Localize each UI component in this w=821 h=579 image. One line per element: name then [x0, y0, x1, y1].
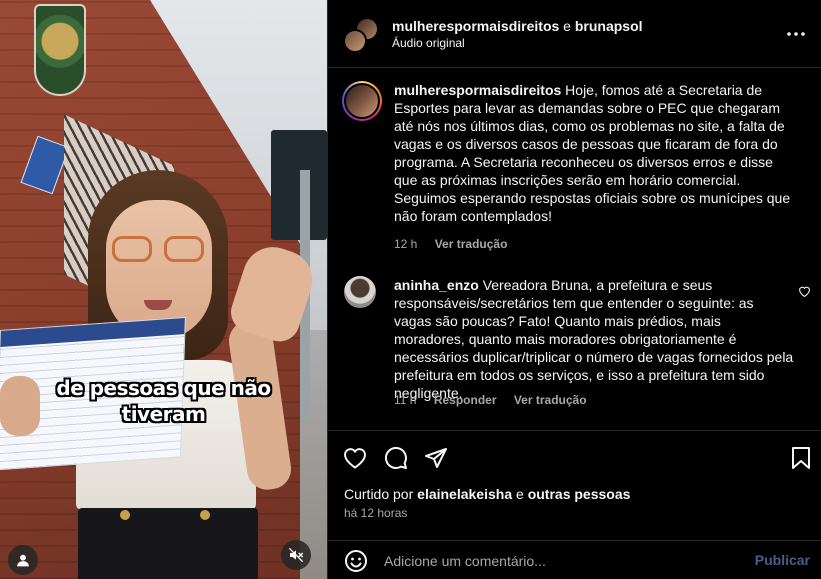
avatar[interactable] — [344, 276, 376, 308]
comment-meta: 11 h Responder Ver tradução — [394, 393, 601, 407]
post-date[interactable]: há 12 horas — [344, 506, 407, 520]
liked-by-others[interactable]: outras pessoas — [528, 486, 631, 502]
author-link[interactable]: mulherespormaisdireitos — [392, 18, 559, 34]
caption-content: Hoje, fomos até a Secretaria de Esportes… — [394, 82, 791, 224]
post-header: mulherespormaisdireitos e brunapsol Áudi… — [328, 0, 821, 68]
bookmark-icon — [792, 447, 810, 469]
avatar[interactable] — [342, 81, 382, 121]
video-caption: de pessoas que não tiveram — [0, 375, 327, 427]
likes-connector: e — [516, 486, 524, 502]
paper-plane-icon — [425, 448, 447, 468]
comment-button[interactable] — [383, 445, 409, 471]
comment-content: Vereadora Bruna, a prefeitura e seus res… — [394, 277, 794, 401]
user-icon — [17, 554, 29, 567]
heart-icon — [799, 286, 810, 298]
tagged-users-button[interactable] — [8, 545, 38, 575]
post-video[interactable]: de pessoas que não tiveram — [0, 0, 327, 579]
post-authors: mulherespormaisdireitos e brunapsol — [392, 17, 643, 35]
like-button[interactable] — [342, 445, 368, 471]
caption-line: tiveram — [121, 402, 206, 426]
likes-prefix: Curtido por — [344, 486, 414, 502]
caption-line: de pessoas que não — [56, 376, 271, 400]
collab-avatars[interactable] — [343, 17, 379, 53]
black-skirt — [78, 508, 258, 579]
avatar[interactable] — [343, 29, 367, 53]
publish-button[interactable]: Publicar — [755, 552, 810, 568]
caption-time[interactable]: 12 h — [394, 237, 417, 251]
more-options-icon — [787, 32, 805, 36]
audio-link[interactable]: Áudio original — [392, 36, 465, 50]
emoji-button[interactable] — [344, 549, 368, 573]
collaborator-link[interactable]: brunapsol — [575, 18, 643, 34]
comment-time[interactable]: 11 h — [394, 393, 416, 407]
save-button[interactable] — [788, 445, 814, 471]
liked-by-user[interactable]: elainelakeisha — [417, 486, 512, 502]
glasses — [112, 236, 208, 264]
heart-icon — [343, 448, 367, 469]
city-crest — [34, 4, 86, 96]
add-comment-bar: Publicar — [328, 540, 821, 579]
more-options-button[interactable] — [784, 22, 808, 46]
action-bar — [328, 430, 821, 480]
smiley-icon — [345, 550, 367, 572]
comment-username[interactable]: aninha_enzo — [394, 277, 479, 293]
caption-username[interactable]: mulherespormaisdireitos — [394, 82, 561, 98]
likes-summary: Curtido por elainelakeisha e outras pess… — [344, 486, 630, 502]
share-button[interactable] — [423, 445, 449, 471]
mute-button[interactable] — [281, 540, 311, 570]
skirt-button — [120, 510, 130, 520]
translate-link[interactable]: Ver tradução — [435, 237, 508, 251]
comment-input[interactable] — [384, 549, 734, 573]
caption-meta: 12 h Ver tradução — [394, 237, 521, 251]
comment-text: aninha_enzo Vereadora Bruna, a prefeitur… — [394, 276, 794, 402]
reply-link[interactable]: Responder — [434, 393, 497, 407]
skirt-button — [200, 510, 210, 520]
comment-like-button[interactable] — [798, 284, 812, 298]
caption-text: mulherespormaisdireitos Hoje, fomos até … — [394, 81, 794, 225]
speaker-muted-icon — [288, 547, 304, 563]
post-details-panel: mulherespormaisdireitos e brunapsol Áudi… — [327, 0, 821, 579]
comment-bubble-icon — [384, 446, 407, 469]
author-connector: e — [563, 18, 571, 34]
translate-link[interactable]: Ver tradução — [514, 393, 587, 407]
